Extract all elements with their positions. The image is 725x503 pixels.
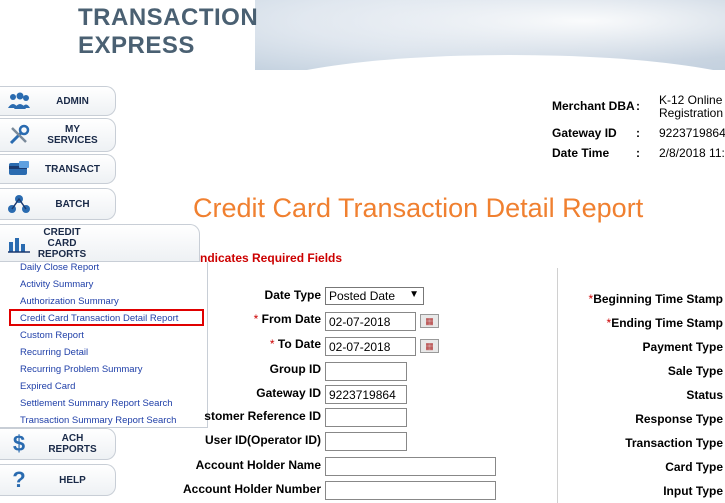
nav-cc-reports-line3: REPORTS — [37, 248, 87, 260]
date-time-value: 2/8/2018 11: — [659, 146, 725, 160]
tools-icon — [5, 123, 33, 147]
gateway-id-input[interactable] — [325, 385, 407, 404]
question-mark-icon: ? — [12, 467, 26, 492]
customer-reference-id-input[interactable] — [325, 408, 407, 427]
nav-my-services-line2: SERVICES — [47, 135, 98, 146]
required-fields-note: ndicates Required Fields — [200, 251, 343, 265]
account-holder-name-input[interactable] — [325, 457, 496, 476]
report-link-recurring-detail[interactable]: Recurring Detail — [20, 347, 88, 358]
nav-batch[interactable]: BATCH — [0, 188, 116, 220]
nav-cc-reports-label: CREDIT CARD REPORTS — [20, 227, 104, 260]
card-type-label: Card Type — [665, 460, 723, 474]
merchant-dba-label: Merchant DBA — [552, 99, 635, 113]
nav-credit-card-reports[interactable]: CREDIT CARD REPORTS — [0, 224, 200, 262]
page-title: Credit Card Transaction Detail Report — [193, 193, 644, 223]
credit-card-reports-panel: Daily Close Report Activity Summary Auth… — [0, 262, 208, 428]
report-link-expired-card[interactable]: Expired Card — [20, 381, 75, 392]
nav-help-label: HELP — [59, 474, 86, 486]
dollar-icon: $ — [12, 431, 26, 456]
account-holder-name-label: Account Holder Name — [195, 458, 321, 472]
dropdown-arrow-icon: ▼ — [409, 289, 419, 300]
column-divider — [557, 268, 558, 503]
from-date-input[interactable] — [325, 312, 416, 331]
nav-admin-label: ADMIN — [56, 95, 89, 107]
gateway-id-field-label: Gateway ID — [256, 386, 321, 400]
gateway-id-colon: : — [636, 126, 640, 140]
to-date-input[interactable] — [325, 337, 416, 356]
ending-time-stamp-label: *Ending Time Stamp — [607, 316, 723, 330]
nav-ach-reports-label: ACH REPORTS — [34, 433, 111, 455]
credit-card-icon — [5, 157, 33, 181]
date-time-label: Date Time — [552, 146, 610, 160]
from-date-calendar-icon[interactable]: ▦ — [420, 314, 439, 328]
logo-line2: EXPRESS — [78, 32, 195, 59]
report-link-recurring-problem-summary[interactable]: Recurring Problem Summary — [20, 364, 142, 375]
report-link-custom-report[interactable]: Custom Report — [20, 330, 84, 341]
required-star: * — [253, 312, 259, 326]
header-banner: TRANSACTION EXPRESS — [0, 0, 725, 95]
required-star: * — [269, 337, 275, 351]
report-link-transaction-summary-search[interactable]: Transaction Summary Report Search — [20, 415, 176, 426]
nav-my-services-line1: MY — [65, 124, 80, 135]
customer-reference-id-label: stomer Reference ID — [204, 409, 321, 423]
group-id-label: Group ID — [269, 362, 321, 376]
status-label: Status — [686, 388, 723, 402]
sale-type-label: Sale Type — [667, 364, 723, 378]
nav-transact[interactable]: TRANSACT — [0, 154, 116, 184]
gateway-id-value: 9223719864 — [659, 126, 725, 140]
group-id-input[interactable] — [325, 362, 407, 381]
nav-cc-reports-line2: CARD — [47, 237, 77, 249]
selected-report-highlight — [9, 309, 204, 326]
account-holder-number-input[interactable] — [325, 481, 496, 500]
batch-icon — [5, 192, 33, 216]
payment-type-label: Payment Type — [642, 340, 723, 354]
user-id-input[interactable] — [325, 432, 407, 451]
input-type-label: Input Type — [663, 484, 723, 498]
from-date-label-text: From Date — [261, 312, 321, 326]
beginning-time-stamp-text: Beginning Time Stamp — [593, 292, 723, 306]
nav-batch-label: BATCH — [55, 198, 90, 210]
date-type-select[interactable]: Posted Date ▼ — [325, 287, 424, 305]
beginning-time-stamp-label: *Beginning Time Stamp — [589, 292, 723, 306]
user-id-label: User ID(Operator ID) — [204, 433, 321, 447]
to-date-label: * To Date — [270, 337, 321, 351]
nav-ach-reports-line2: REPORTS — [48, 444, 97, 455]
logo: TRANSACTION EXPRESS — [78, 4, 258, 60]
ending-time-stamp-text: Ending Time Stamp — [611, 316, 723, 330]
nav-my-services[interactable]: MY SERVICES — [0, 118, 116, 152]
report-link-activity-summary[interactable]: Activity Summary — [20, 279, 93, 290]
nav-cc-reports-line1: CREDIT — [43, 226, 81, 238]
nav-ach-reports-line1: ACH — [61, 433, 84, 444]
gateway-id-label: Gateway ID — [552, 126, 617, 140]
transaction-type-label: Transaction Type — [625, 436, 723, 450]
sidebar: ADMIN MY SERVICES TRANSACT BATCH CREDIT … — [0, 82, 210, 503]
users-icon — [5, 89, 33, 113]
date-type-label: Date Type — [264, 288, 321, 302]
date-type-selected-value: Posted Date — [329, 289, 396, 303]
to-date-label-text: To Date — [277, 337, 321, 351]
merchant-dba-value-2: Registration — [659, 106, 724, 120]
logo-line1: TRANSACTION — [78, 4, 259, 31]
report-link-daily-close[interactable]: Daily Close Report — [20, 262, 99, 273]
to-date-calendar-icon[interactable]: ▦ — [420, 339, 439, 353]
merchant-dba-colon: : — [636, 99, 640, 113]
from-date-label: * From Date — [254, 312, 321, 326]
report-link-settlement-summary-search[interactable]: Settlement Summary Report Search — [20, 398, 173, 409]
nav-transact-label: TRANSACT — [45, 163, 100, 175]
nav-ach-reports[interactable]: $ ACH REPORTS — [0, 428, 116, 460]
report-link-authorization-summary[interactable]: Authorization Summary — [20, 296, 119, 307]
date-time-colon: : — [636, 146, 640, 160]
account-holder-number-label: Account Holder Number — [182, 482, 321, 496]
merchant-dba-value-1: K-12 Online — [659, 93, 723, 107]
nav-help[interactable]: ? HELP — [0, 464, 116, 496]
nav-my-services-label: MY SERVICES — [34, 124, 111, 146]
nav-admin[interactable]: ADMIN — [0, 86, 116, 116]
response-type-label: Response Type — [635, 412, 723, 426]
